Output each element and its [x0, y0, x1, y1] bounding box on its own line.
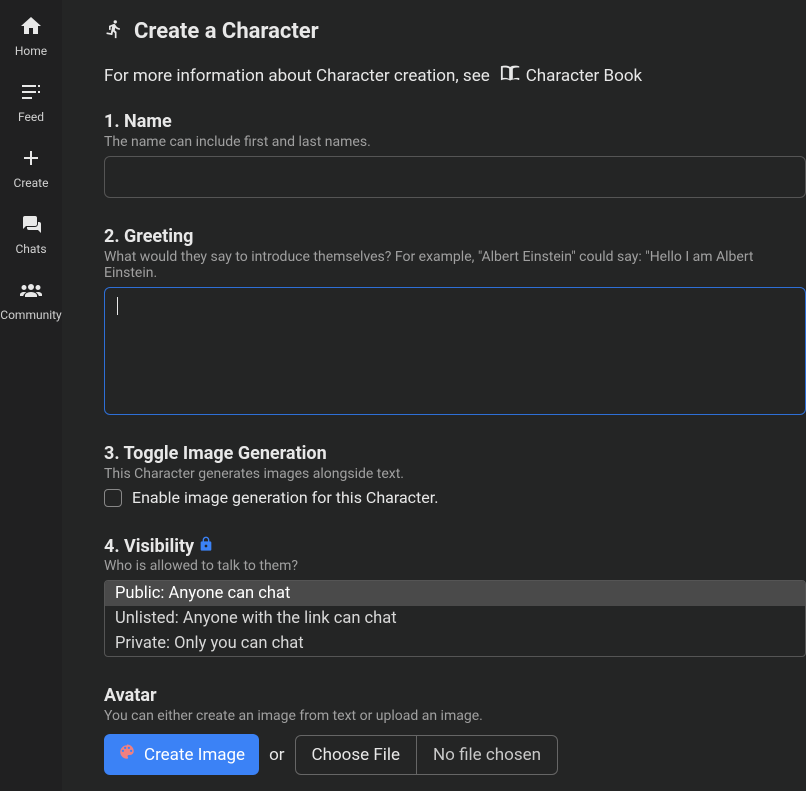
main-content: Create a Character For more information … — [62, 0, 806, 791]
sidebar-item-home[interactable]: Home — [15, 12, 47, 60]
file-input-group: Choose File No file chosen — [295, 735, 558, 775]
page-title: Create a Character — [134, 19, 319, 44]
create-image-label: Create Image — [144, 745, 245, 765]
character-book-link[interactable]: Character Book — [500, 62, 642, 89]
sidebar-item-feed[interactable]: Feed — [18, 78, 44, 126]
greeting-heading: 2. Greeting — [104, 226, 806, 247]
avatar-heading: Avatar — [104, 685, 806, 706]
running-person-icon — [104, 18, 124, 44]
checkbox-label: Enable image generation for this Charact… — [132, 488, 438, 507]
name-heading: 1. Name — [104, 111, 806, 132]
plus-icon — [19, 146, 43, 174]
sidebar-item-label: Feed — [18, 110, 44, 124]
people-icon — [19, 278, 43, 306]
visibility-option-unlisted[interactable]: Unlisted: Anyone with the link can chat — [105, 606, 805, 631]
home-icon — [19, 14, 43, 42]
visibility-option-private[interactable]: Private: Only you can chat — [105, 631, 805, 656]
lock-icon — [198, 535, 214, 558]
section-toggle-image: 3. Toggle Image Generation This Characte… — [104, 443, 806, 507]
section-visibility: 4. Visibility Who is allowed to talk to … — [104, 535, 806, 657]
greeting-textarea[interactable] — [104, 287, 806, 415]
sidebar-item-label: Chats — [15, 242, 46, 256]
feed-icon — [19, 80, 43, 108]
create-image-button[interactable]: Create Image — [104, 734, 259, 775]
avatar-sub: You can either create an image from text… — [104, 708, 806, 724]
section-greeting: 2. Greeting What would they say to intro… — [104, 226, 806, 415]
sidebar-item-create[interactable]: Create — [14, 144, 49, 192]
choose-file-button[interactable]: Choose File — [296, 736, 418, 774]
section-name: 1. Name The name can include first and l… — [104, 111, 806, 198]
sidebar: Home Feed Create Chats Community — [0, 0, 62, 791]
sidebar-item-chats[interactable]: Chats — [15, 210, 46, 258]
enable-image-checkbox[interactable] — [104, 489, 122, 507]
visibility-listbox[interactable]: Public: Anyone can chat Unlisted: Anyone… — [104, 580, 806, 657]
toggle-sub: This Character generates images alongsid… — [104, 466, 806, 482]
or-text: or — [269, 745, 284, 765]
sidebar-item-community[interactable]: Community — [0, 276, 61, 324]
page-header: Create a Character — [104, 18, 806, 44]
sidebar-item-label: Home — [15, 44, 47, 58]
greeting-sub: What would they say to introduce themsel… — [104, 249, 806, 281]
name-input[interactable] — [104, 156, 806, 198]
info-line: For more information about Character cre… — [104, 62, 806, 89]
palette-icon — [118, 743, 136, 766]
visibility-option-public[interactable]: Public: Anyone can chat — [105, 581, 805, 606]
info-text: For more information about Character cre… — [104, 66, 490, 86]
visibility-sub: Who is allowed to talk to them? — [104, 558, 806, 574]
toggle-heading: 3. Toggle Image Generation — [104, 443, 806, 464]
sidebar-item-label: Community — [0, 308, 61, 322]
section-avatar: Avatar You can either create an image fr… — [104, 685, 806, 775]
book-link-label: Character Book — [526, 66, 642, 86]
sidebar-item-label: Create — [14, 176, 49, 190]
chat-icon — [19, 212, 43, 240]
visibility-heading: 4. Visibility — [104, 535, 806, 558]
book-icon — [500, 62, 522, 89]
file-status: No file chosen — [417, 736, 557, 774]
name-sub: The name can include first and last name… — [104, 134, 806, 150]
